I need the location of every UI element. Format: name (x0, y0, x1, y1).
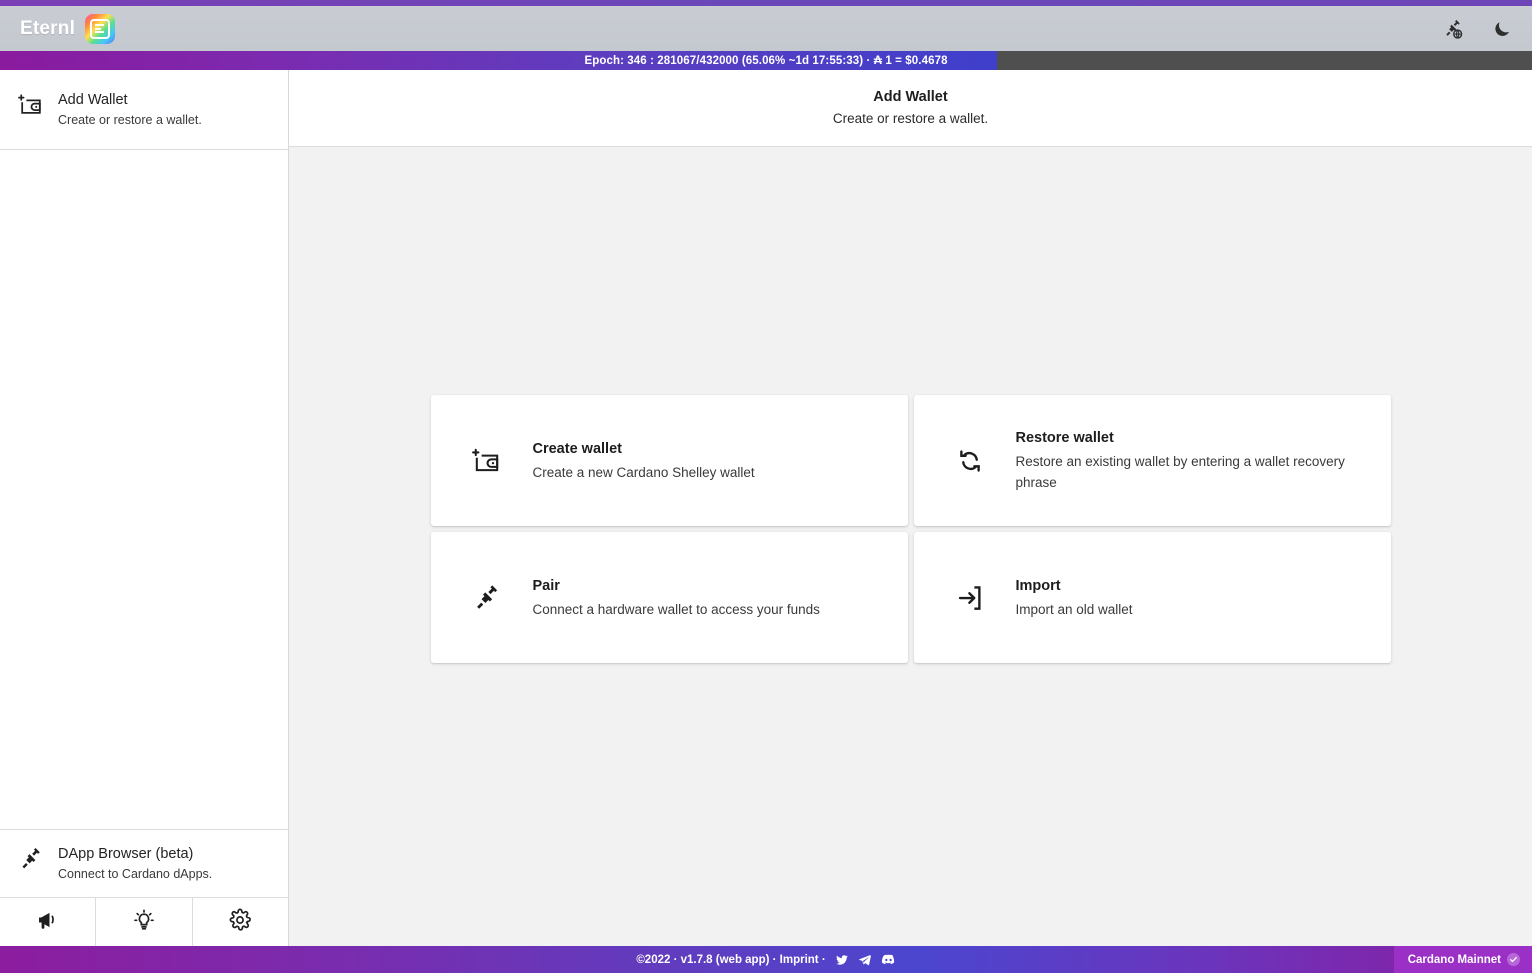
sidebar-dapp-title: DApp Browser (beta) (58, 846, 194, 862)
eternl-logo-icon (85, 13, 116, 44)
telegram-icon[interactable] (858, 953, 872, 967)
app-header: Eternl (0, 6, 1532, 51)
check-circle-icon (1507, 953, 1520, 966)
add-wallet-icon (18, 92, 44, 118)
plug-icon (471, 582, 503, 614)
content-area: Add Wallet Create or restore a wallet. C… (289, 70, 1532, 946)
add-wallet-icon (471, 445, 503, 477)
sidebar-item-add-wallet[interactable]: Add Wallet Create or restore a wallet. (0, 70, 288, 150)
card-title: Restore wallet (1015, 430, 1114, 446)
create-wallet-card[interactable]: Create wallet Create a new Cardano Shell… (430, 395, 908, 526)
discord-icon[interactable] (881, 952, 896, 967)
footer-social-links (835, 952, 896, 967)
sidebar-dapp-subtitle: Connect to Cardano dApps. (58, 867, 213, 881)
content-main: Create wallet Create a new Cardano Shell… (289, 147, 1532, 946)
app-footer: ©2022 · v1.7.8 (web app) · Imprint · Car… (0, 946, 1532, 973)
header-actions (1442, 17, 1514, 41)
wallet-options-grid: Create wallet Create a new Cardano Shell… (430, 395, 1391, 663)
card-subtitle: Connect a hardware wallet to access your… (532, 601, 820, 617)
sidebar-add-wallet-title: Add Wallet (58, 92, 128, 108)
brand: Eternl (20, 13, 116, 44)
pair-hardware-wallet-card[interactable]: Pair Connect a hardware wallet to access… (430, 532, 908, 663)
plug-icon (18, 846, 44, 872)
refresh-icon (954, 445, 986, 477)
sidebar-add-wallet-subtitle: Create or restore a wallet. (58, 113, 202, 127)
epoch-status-text: Epoch: 346 : 281067/432000 (65.06% ~1d 1… (584, 54, 948, 67)
settings-button[interactable] (192, 898, 288, 946)
app-body: Add Wallet Create or restore a wallet. D… (0, 70, 1532, 946)
announcements-button[interactable] (0, 898, 97, 946)
card-subtitle: Import an old wallet (1015, 601, 1133, 617)
card-title: Import (1015, 577, 1061, 594)
app-window: Eternl Epoch: 346 : 281067/432000 (65.06… (0, 0, 1532, 973)
network-label: Cardano Mainnet (1407, 953, 1501, 966)
card-subtitle: Create a new Cardano Shelley wallet (532, 464, 755, 480)
card-title: Create wallet (532, 440, 622, 457)
import-icon (954, 582, 986, 614)
card-subtitle: Restore an existing wallet by entering a… (1015, 454, 1345, 490)
twitter-icon[interactable] (835, 953, 849, 967)
sidebar-tool-row (0, 898, 288, 946)
epoch-progress-bar[interactable]: Epoch: 346 : 281067/432000 (65.06% ~1d 1… (0, 51, 1532, 70)
moon-icon[interactable] (1490, 17, 1514, 41)
megaphone-icon (36, 908, 60, 937)
content-header: Add Wallet Create or restore a wallet. (289, 70, 1532, 147)
page-title: Add Wallet (873, 89, 948, 105)
dapp-connector-icon[interactable] (1442, 17, 1466, 41)
lightbulb-icon (132, 908, 156, 937)
page-subtitle: Create or restore a wallet. (832, 111, 989, 126)
sidebar: Add Wallet Create or restore a wallet. D… (0, 70, 289, 946)
footer-copyright: ©2022 · v1.7.8 (web app) · Imprint · (636, 953, 826, 966)
restore-wallet-card[interactable]: Restore wallet Restore an existing walle… (913, 395, 1391, 526)
footer-center: ©2022 · v1.7.8 (web app) · Imprint · (636, 952, 895, 967)
brand-name: Eternl (20, 17, 76, 39)
import-wallet-card[interactable]: Import Import an old wallet (913, 532, 1391, 663)
card-title: Pair (532, 577, 560, 594)
sidebar-item-dapp-browser[interactable]: DApp Browser (beta) Connect to Cardano d… (0, 829, 288, 898)
gear-icon (228, 908, 252, 937)
network-badge[interactable]: Cardano Mainnet (1393, 946, 1532, 973)
tips-button[interactable] (96, 898, 193, 946)
